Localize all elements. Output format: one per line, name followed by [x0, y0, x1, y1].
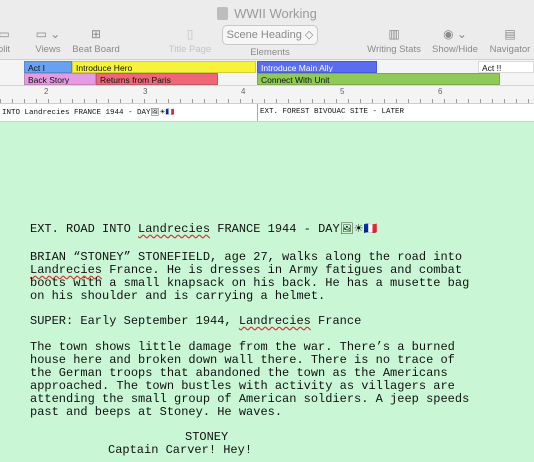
ruler: 2 3 4 5 6 [0, 86, 534, 104]
misspelled-word: Landrecies [138, 222, 211, 236]
scene-card-road-into-landrecies[interactable]: INTO Landrecies FRANCE 1944 - DAY🖼☀🇫🇷 [0, 104, 256, 121]
ruler-tick [396, 99, 397, 103]
split-icon: ▭ [0, 27, 10, 41]
action-line[interactable]: past and beeps at Stoney. He waves. [30, 406, 520, 419]
show-hide-button[interactable]: ◉ ⌄ Show/Hide [430, 27, 480, 55]
ruler-tick [288, 99, 289, 103]
ruler-tick [408, 99, 409, 103]
timeline-returns-from-paris[interactable]: Returns from Paris [96, 73, 218, 85]
ruler-tick [228, 99, 229, 103]
ruler-tick [324, 99, 325, 103]
scene-emoji: 🖼☀🇫🇷 [150, 108, 175, 116]
title-page-icon: ▯ [186, 27, 194, 41]
ruler-tick [456, 99, 457, 103]
beat-board-button[interactable]: ⊞ Beat Board [70, 27, 122, 55]
scene-card-text: EXT. FOREST BIVOUAC SITE - LATER [260, 108, 405, 116]
ruler-tick [360, 99, 361, 103]
dialogue-line[interactable]: Captain Carver! Hey! [108, 444, 252, 457]
scene-emoji: 🖼☀🇫🇷 [339, 222, 378, 235]
ruler-tick [384, 99, 385, 103]
misspelled-word: Landrecies [30, 263, 103, 277]
ruler-tick [372, 99, 373, 103]
ruler-tick [84, 99, 85, 103]
ruler-tick [420, 99, 421, 103]
ruler-tick [312, 99, 313, 103]
ruler-tick [60, 99, 61, 103]
ruler-number: 6 [438, 87, 443, 96]
ruler-tick [204, 99, 205, 103]
views-icon: ▭ ⌄ [35, 27, 61, 41]
window-title: WWII Working [0, 6, 534, 21]
scene-card-text: INTO Landrecies FRANCE 1944 - DAY [2, 109, 151, 117]
ruler-tick [216, 99, 217, 103]
ruler-tick [432, 99, 433, 103]
ruler-tick [144, 99, 145, 103]
window-title-text: WWII Working [234, 6, 317, 21]
ruler-tick [480, 99, 481, 103]
ruler-tick [180, 99, 181, 103]
story-timeline: Act I Introduce Hero Introduce Main Ally… [0, 60, 534, 86]
timeline-connect-with-unit[interactable]: Connect With Unit [257, 73, 500, 85]
script-page[interactable]: EXT. ROAD INTO Landrecies FRANCE 1944 - … [0, 122, 534, 462]
ruler-tick [240, 99, 241, 103]
timeline-introduce-main-ally[interactable]: Introduce Main Ally [257, 61, 377, 73]
ruler-number: 5 [340, 87, 345, 96]
ruler-tick [492, 99, 493, 103]
beat-board-icon: ⊞ [90, 27, 102, 41]
scene-heading[interactable]: EXT. ROAD INTO Landrecies FRANCE 1944 - … [30, 222, 520, 236]
element-type-dropdown[interactable]: Scene Heading ◇ [222, 25, 318, 45]
ruler-tick [108, 99, 109, 103]
eye-icon: ◉ ⌄ [443, 27, 467, 41]
ruler-tick [12, 99, 13, 103]
ruler-tick [168, 99, 169, 103]
navigator-icon: ▤ [504, 27, 516, 41]
ruler-tick [348, 99, 349, 103]
ruler-tick [96, 99, 97, 103]
ruler-tick [336, 99, 337, 103]
ruler-tick [0, 99, 1, 103]
writing-stats-icon: ▥ [388, 27, 400, 41]
super-line[interactable]: SUPER: Early September 1944, Landrecies … [30, 315, 520, 328]
ruler-tick [120, 99, 121, 103]
ruler-tick [300, 99, 301, 103]
title-page-button[interactable]: ▯ Title Page [164, 27, 216, 55]
ruler-tick [132, 99, 133, 103]
elements-label: Elements [250, 47, 290, 58]
ruler-tick [36, 99, 37, 103]
timeline-introduce-hero[interactable]: Introduce Hero [72, 61, 256, 73]
ruler-tick [24, 99, 25, 103]
writing-stats-button[interactable]: ▥ Writing Stats [363, 27, 425, 55]
ruler-tick [516, 99, 517, 103]
ruler-number: 4 [241, 87, 246, 96]
ruler-tick [264, 99, 265, 103]
navigator-button[interactable]: ▤ Navigator [486, 27, 534, 55]
ruler-tick [528, 99, 529, 103]
ruler-number: 3 [143, 87, 148, 96]
window-toolbar: WWII Working ▭ olit ▭ ⌄ Views ⊞ Beat Boa… [0, 0, 534, 60]
ruler-tick [468, 99, 469, 103]
split-button[interactable]: ▭ olit [0, 27, 18, 55]
document-icon [217, 7, 229, 20]
misspelled-word: Landrecies [238, 314, 311, 328]
ruler-tick [252, 99, 253, 103]
ruler-number: 2 [44, 87, 49, 96]
ruler-tick [48, 99, 49, 103]
ruler-tick [192, 99, 193, 103]
ruler-tick [156, 99, 157, 103]
timeline-back-story[interactable]: Back Story [24, 73, 96, 85]
timeline-act-ii[interactable]: Act !! [478, 61, 534, 73]
ruler-tick [72, 99, 73, 103]
ruler-tick [504, 99, 505, 103]
ruler-tick [444, 99, 445, 103]
ruler-tick [276, 99, 277, 103]
scene-strip: INTO Landrecies FRANCE 1944 - DAY🖼☀🇫🇷 EX… [0, 104, 534, 122]
action-line[interactable]: on his shoulder and is carrying a helmet… [30, 290, 520, 303]
timeline-act-i[interactable]: Act I [24, 61, 72, 73]
views-button[interactable]: ▭ ⌄ Views [30, 27, 66, 55]
scene-card-forest-bivouac[interactable]: EXT. FOREST BIVOUAC SITE - LATER [257, 104, 534, 121]
